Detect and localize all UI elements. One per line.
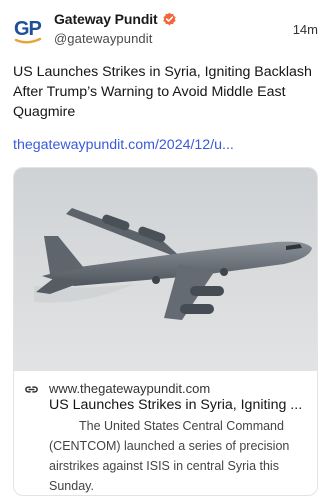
post-text: US Launches Strikes in Syria, Igniting B… bbox=[13, 64, 312, 120]
card-description: The United States Central Command (CENTC… bbox=[49, 419, 290, 493]
link-icon bbox=[25, 386, 38, 393]
card-title[interactable]: US Launches Strikes in Syria, Igniting .… bbox=[49, 397, 311, 413]
avatar-logo-text: GP bbox=[14, 18, 42, 40]
link-preview-card[interactable]: www.thegatewaypundit.com US Launches Str… bbox=[13, 167, 318, 496]
card-meta[interactable]: www.thegatewaypundit.com US Launches Str… bbox=[14, 371, 317, 495]
author-display-name[interactable]: Gateway Pundit bbox=[54, 11, 158, 27]
avatar[interactable]: GP bbox=[13, 14, 45, 46]
author-block[interactable]: Gateway Pundit @gatewaypundit bbox=[54, 10, 177, 46]
verified-badge-icon bbox=[162, 12, 176, 25]
social-post: GP Gateway Pundit @gatewaypundit 14m US … bbox=[0, 0, 331, 500]
card-domain: www.thegatewaypundit.com bbox=[49, 381, 211, 396]
author-handle[interactable]: @gatewaypundit bbox=[54, 31, 177, 46]
card-image[interactable] bbox=[14, 168, 317, 371]
post-link[interactable]: thegatewaypundit.com/2024/12/u... bbox=[13, 137, 234, 153]
post-timestamp[interactable]: 14m bbox=[293, 22, 318, 37]
